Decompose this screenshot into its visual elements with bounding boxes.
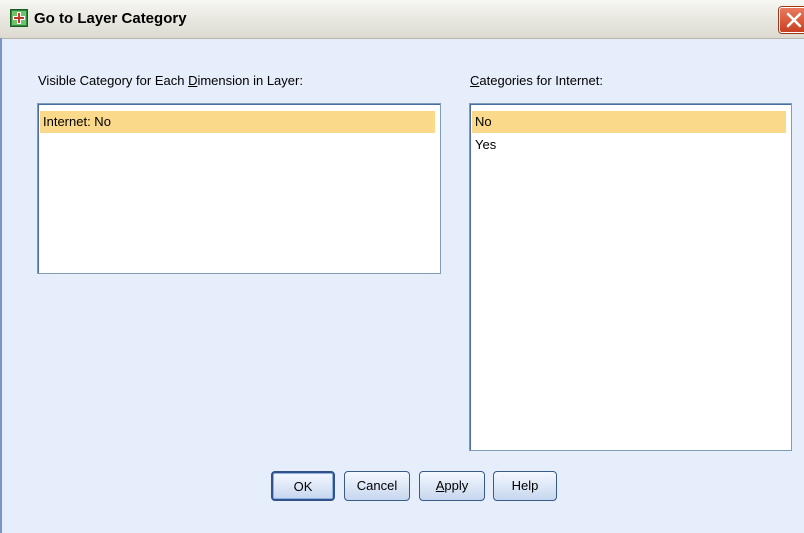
- title-bar[interactable]: Go to Layer Category: [0, 0, 804, 39]
- visible-category-listbox[interactable]: Internet: No: [37, 103, 441, 274]
- apply-button[interactable]: Apply: [419, 471, 485, 501]
- close-icon: [786, 12, 802, 28]
- list-item-yes[interactable]: Yes: [472, 134, 786, 156]
- visible-category-label-post: imension in Layer:: [197, 73, 303, 88]
- help-button-label: Help: [511, 478, 539, 493]
- visible-category-label: Visible Category for Each Dimension in L…: [38, 73, 303, 88]
- ok-button[interactable]: OK: [271, 471, 335, 501]
- list-item-internet-no[interactable]: Internet: No: [40, 111, 435, 133]
- list-item-no[interactable]: No: [472, 111, 786, 133]
- categories-label-post: ategories for Internet:: [479, 73, 603, 88]
- categories-label-mnemonic: C: [470, 73, 480, 88]
- app-icon: [10, 9, 28, 27]
- window-left-border: [0, 38, 2, 533]
- dialog-window: Go to Layer Category Visible Category fo…: [0, 0, 804, 533]
- list-item-text: No: [475, 114, 492, 129]
- window-title: Go to Layer Category: [34, 10, 187, 27]
- list-item-text: Yes: [475, 137, 497, 152]
- help-button[interactable]: Help: [493, 471, 557, 501]
- apply-button-label: Apply: [436, 478, 469, 493]
- apply-mnemonic: A: [435, 478, 445, 493]
- categories-listbox[interactable]: No Yes: [469, 103, 792, 451]
- ok-button-label: OK: [293, 479, 313, 494]
- apply-rest: pply: [444, 478, 469, 493]
- list-item-text: Internet: No: [43, 114, 111, 129]
- cancel-button-label: Cancel: [356, 478, 398, 493]
- close-button[interactable]: [779, 7, 804, 33]
- visible-category-label-pre: Visible Category for Each: [38, 73, 189, 88]
- categories-label: Categories for Internet:: [470, 73, 603, 88]
- cancel-button[interactable]: Cancel: [344, 471, 410, 501]
